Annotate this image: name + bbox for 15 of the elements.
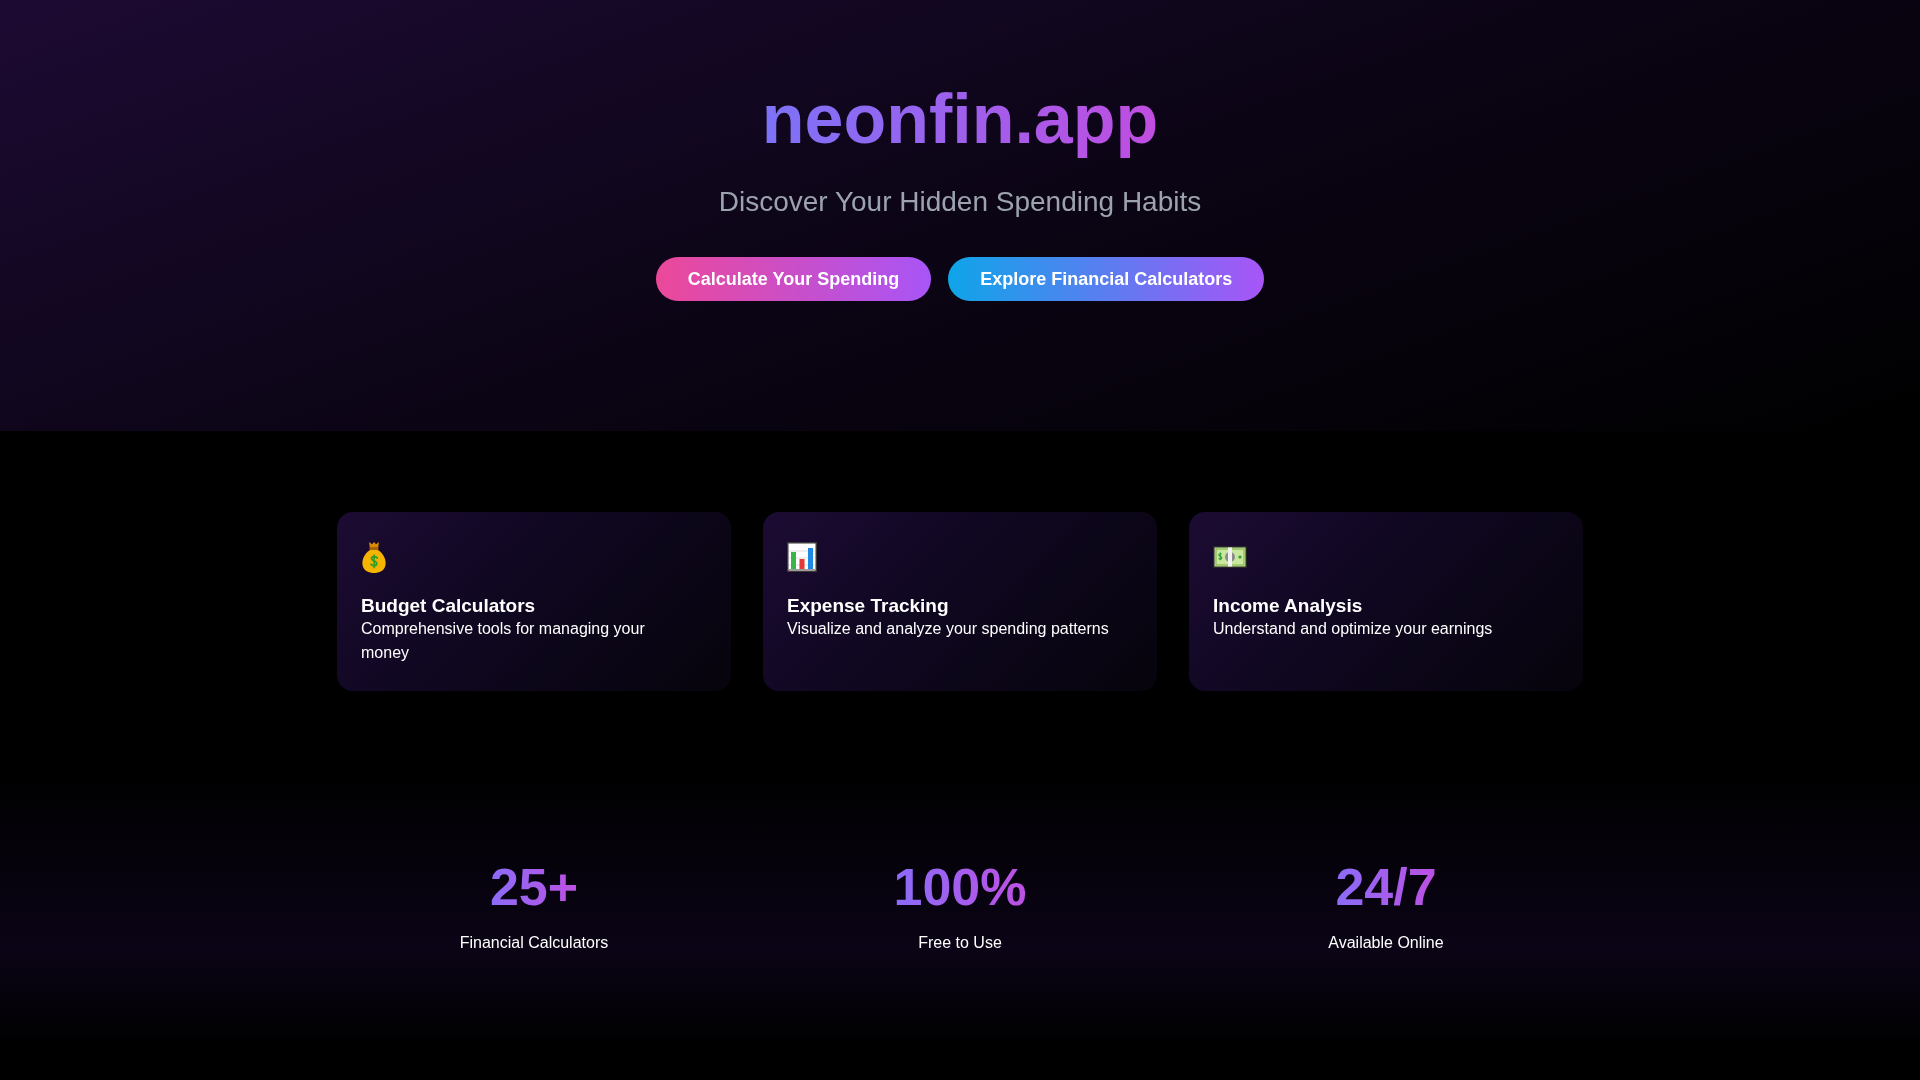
feature-title: Expense Tracking	[787, 594, 949, 617]
money-bag-icon	[361, 541, 387, 573]
feature-title: Budget Calculators	[361, 594, 536, 617]
feature-title: Income Analysis	[1213, 594, 1363, 617]
feature-description: Understand and optimize your earnings	[1213, 619, 1494, 639]
banknote-icon	[1213, 546, 1247, 568]
feature-description: Comprehensive tools for managing your money	[361, 619, 646, 663]
stat-label: Free to Use	[918, 933, 1002, 953]
bar-chart-icon	[787, 542, 817, 572]
calculate-button[interactable]: Calculate Your Spending	[655, 257, 932, 301]
feature-description: Visualize and analyze your spending patterns	[787, 619, 1110, 639]
hero-subtitle: Discover Your Hidden Spending Habits	[718, 185, 1202, 219]
stat-label: Financial Calculators	[459, 933, 609, 953]
stat-label: Available Online	[1328, 933, 1444, 953]
explore-button[interactable]: Explore Financial Calculators	[948, 257, 1265, 301]
